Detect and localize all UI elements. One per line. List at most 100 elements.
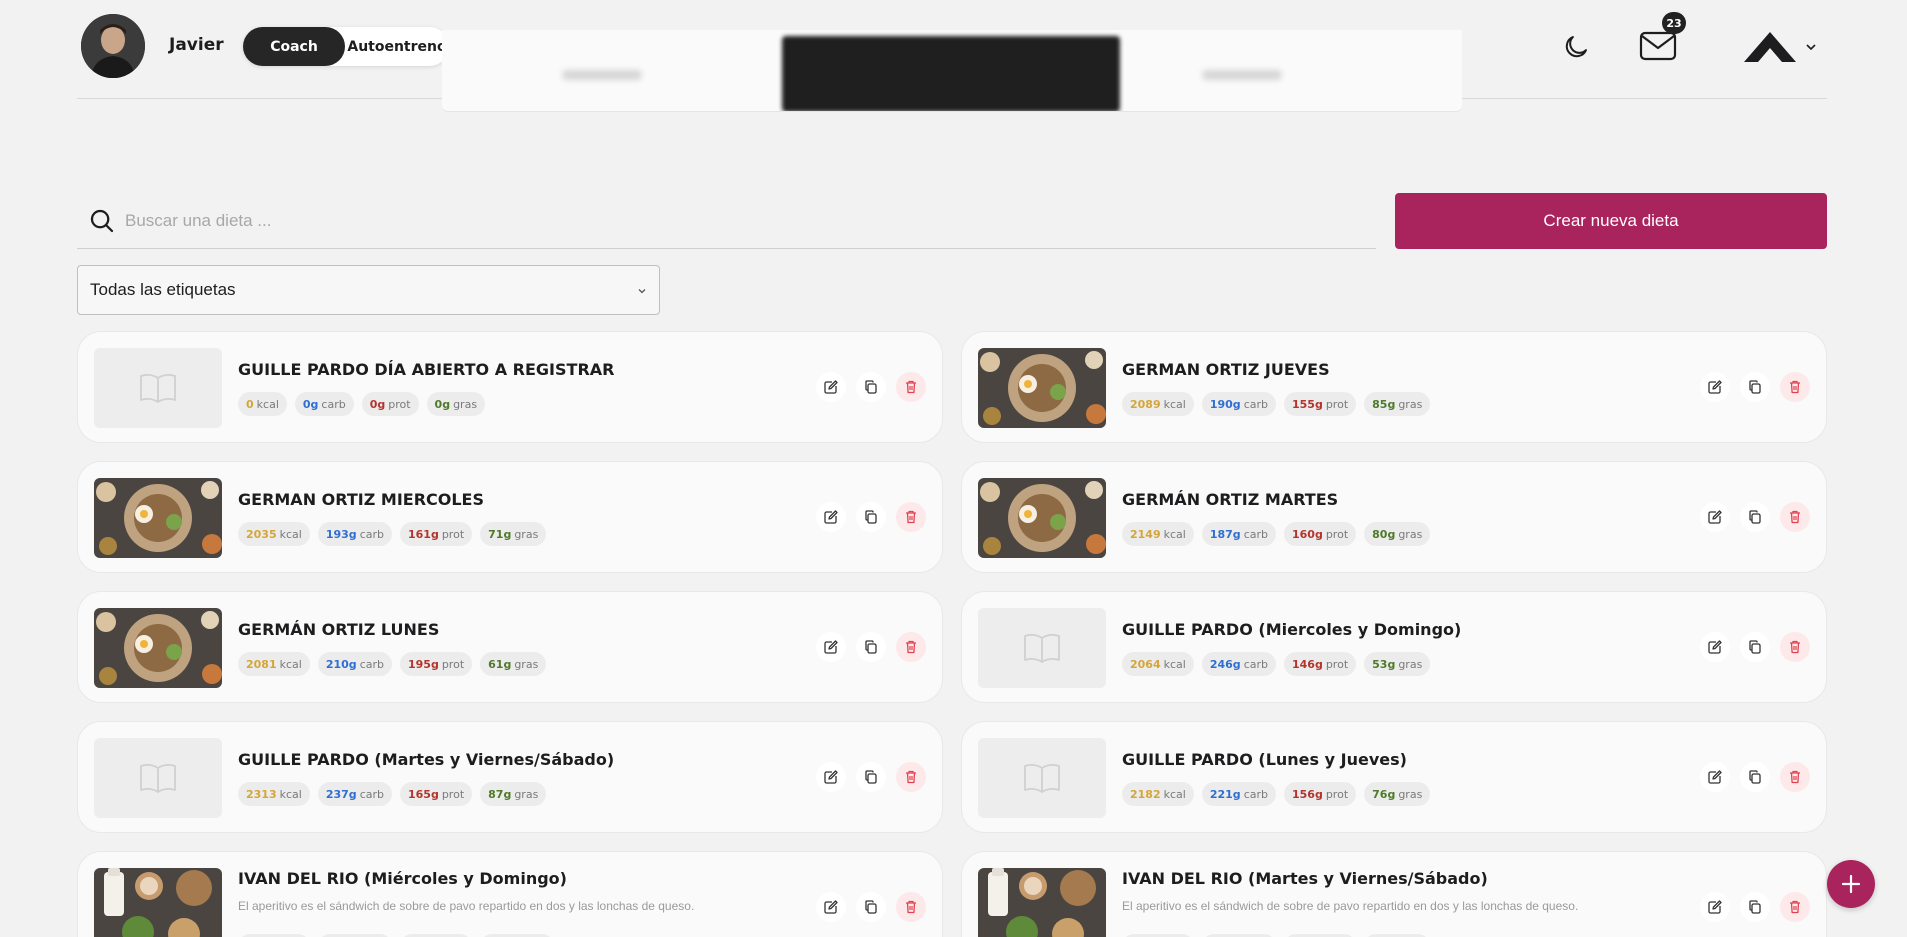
diet-card[interactable]: GUILLE PARDO DÍA ABIERTO A REGISTRAR 0 kca…	[77, 331, 943, 443]
diet-title[interactable]: GUILLE PARDO DÍA ABIERTO A REGISTRAR	[238, 360, 614, 379]
delete-button[interactable]	[1780, 502, 1810, 532]
macro-chips: 2035 kcal 193g carb 161g prot 71g gras	[238, 522, 547, 546]
diet-title[interactable]: GERMAN ORTIZ MIERCOLES	[238, 490, 484, 509]
trash-icon	[906, 900, 916, 914]
kcal-chip: 2149 kcal	[1122, 522, 1194, 546]
diet-card[interactable]: GUILLE PARDO (Martes y Viernes/Sábado) 23…	[77, 721, 943, 833]
macro-chips: 0 kcal 0g carb 0g prot 0g gras	[238, 392, 486, 416]
diet-title[interactable]: IVAN DEL RIO (Martes y Viernes/Sábado)	[1122, 869, 1488, 888]
duplicate-button[interactable]	[856, 632, 886, 662]
diet-card[interactable]: IVAN DEL RIO (Miércoles y Domingo) El ape…	[77, 851, 943, 937]
diet-card[interactable]: GUILLE PARDO (Miercoles y Domingo) 2064 kc…	[961, 591, 1827, 703]
edit-button[interactable]	[1700, 502, 1730, 532]
edit-button[interactable]	[816, 762, 846, 792]
delete-button[interactable]	[896, 762, 926, 792]
diet-actions	[1700, 502, 1810, 532]
delete-button[interactable]	[1780, 632, 1810, 662]
edit-button[interactable]	[1700, 372, 1730, 402]
diet-card[interactable]: IVAN DEL RIO (Martes y Viernes/Sábado) El…	[961, 851, 1827, 937]
theme-toggle-button[interactable]	[1556, 27, 1596, 67]
diet-title[interactable]: GERMÁN ORTIZ LUNES	[238, 620, 439, 639]
delete-button[interactable]	[896, 372, 926, 402]
duplicate-button[interactable]	[1740, 502, 1770, 532]
carb-chip: 237g carb	[317, 782, 392, 806]
avatar[interactable]	[81, 14, 145, 78]
duplicate-button[interactable]	[856, 502, 886, 532]
delete-button[interactable]	[896, 502, 926, 532]
prot-chip: 165g prot	[399, 782, 473, 806]
delete-button[interactable]	[1780, 892, 1810, 922]
diet-thumbnail	[94, 348, 222, 428]
carb-chip: 246g carb	[1201, 652, 1276, 676]
edit-icon	[1708, 770, 1722, 784]
edit-icon	[1708, 510, 1722, 524]
kcal-chip: 2035 kcal	[238, 522, 310, 546]
diet-card[interactable]: GERMÁN ORTIZ MARTES 2149 kcal 187g carb 160g p…	[961, 461, 1827, 573]
trash-icon	[1790, 380, 1800, 394]
diet-thumbnail	[978, 738, 1106, 818]
trash-icon	[906, 380, 916, 394]
delete-button[interactable]	[896, 632, 926, 662]
edit-button[interactable]	[816, 892, 846, 922]
diet-card[interactable]: GERMAN ORTIZ MIERCOLES 2035 kcal 193g carb 16…	[77, 461, 943, 573]
duplicate-button[interactable]	[1740, 372, 1770, 402]
add-floating-button[interactable]	[1827, 860, 1875, 908]
duplicate-button[interactable]	[1740, 762, 1770, 792]
diet-photo	[94, 868, 222, 937]
diet-card[interactable]: GERMAN ORTIZ JUEVES 2089 kcal 190g carb 155g p…	[961, 331, 1827, 443]
nav-item-blurred[interactable]	[1202, 70, 1282, 80]
mode-autoentreno-button[interactable]: Autoentreno	[345, 27, 449, 66]
duplicate-button[interactable]	[1740, 892, 1770, 922]
prot-chip: 160g prot	[1283, 522, 1357, 546]
nav-item-active-blurred[interactable]	[782, 36, 1120, 111]
chevron-down-icon	[638, 289, 646, 294]
book-icon	[1024, 763, 1060, 793]
trash-icon	[1790, 770, 1800, 784]
account-menu-button[interactable]	[1740, 24, 1820, 70]
nav-item-blurred[interactable]	[562, 70, 642, 80]
delete-button[interactable]	[1780, 372, 1810, 402]
edit-button[interactable]	[816, 502, 846, 532]
copy-icon	[1749, 900, 1761, 914]
diet-title[interactable]: IVAN DEL RIO (Miércoles y Domingo)	[238, 869, 567, 888]
mode-coach-button[interactable]: Coach	[243, 27, 345, 66]
carb-chip: 210g carb	[317, 652, 392, 676]
avatar-photo	[81, 14, 145, 78]
diet-card[interactable]: GUILLE PARDO (Lunes y Jueves) 2182 kcal 221…	[961, 721, 1827, 833]
search-input[interactable]	[125, 210, 1325, 231]
edit-button[interactable]	[816, 372, 846, 402]
prot-chip: 0g prot	[361, 392, 419, 416]
kcal-chip: 2182 kcal	[1122, 782, 1194, 806]
edit-button[interactable]	[1700, 762, 1730, 792]
diet-title[interactable]: GUILLE PARDO (Lunes y Jueves)	[1122, 750, 1407, 769]
create-diet-button[interactable]: Crear nueva dieta	[1395, 193, 1827, 249]
edit-button[interactable]	[1700, 632, 1730, 662]
diet-title[interactable]: GERMAN ORTIZ JUEVES	[1122, 360, 1330, 379]
diet-title[interactable]: GERMÁN ORTIZ MARTES	[1122, 490, 1338, 509]
delete-button[interactable]	[1780, 762, 1810, 792]
delete-button[interactable]	[896, 892, 926, 922]
diet-title[interactable]: GUILLE PARDO (Martes y Viernes/Sábado)	[238, 750, 614, 769]
kcal-chip: 2313 kcal	[238, 782, 310, 806]
diet-description: El aperitivo es el sándwich de sobre de …	[1122, 899, 1579, 913]
edit-button[interactable]	[1700, 892, 1730, 922]
duplicate-button[interactable]	[856, 372, 886, 402]
gras-chip: 87g gras	[480, 782, 547, 806]
diet-thumbnail	[94, 608, 222, 688]
duplicate-button[interactable]	[856, 762, 886, 792]
diet-card[interactable]: GERMÁN ORTIZ LUNES 2081 kcal 210g carb 195g pr…	[77, 591, 943, 703]
diet-actions	[816, 502, 926, 532]
tag-filter-select[interactable]: Todas las etiquetas	[77, 265, 660, 315]
copy-icon	[1749, 770, 1761, 784]
gras-chip: 76g gras	[1364, 782, 1431, 806]
chevron-down-icon	[1806, 44, 1816, 51]
edit-button[interactable]	[816, 632, 846, 662]
tag-filter-value: Todas las etiquetas	[90, 280, 236, 299]
diet-title[interactable]: GUILLE PARDO (Miercoles y Domingo)	[1122, 620, 1461, 639]
trash-icon	[906, 640, 916, 654]
trash-icon	[906, 770, 916, 784]
duplicate-button[interactable]	[856, 892, 886, 922]
diet-thumbnail	[94, 478, 222, 558]
gras-chip: 85g gras	[1364, 392, 1431, 416]
duplicate-button[interactable]	[1740, 632, 1770, 662]
